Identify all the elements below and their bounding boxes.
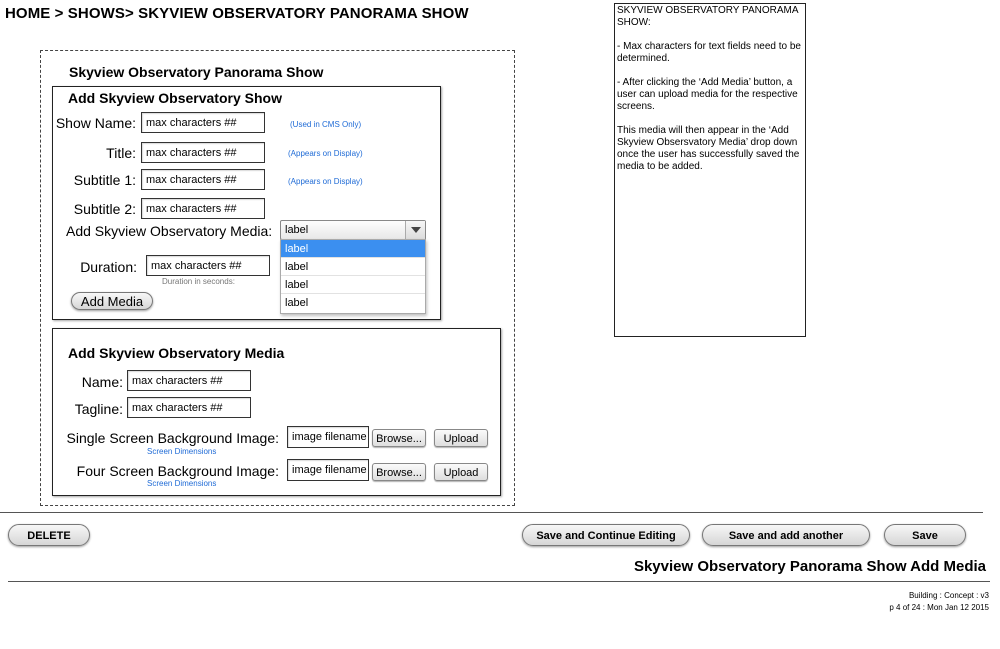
subtitle2-input[interactable]: max characters ##: [141, 198, 265, 219]
media-dropdown: label label label label: [280, 239, 426, 314]
delete-button[interactable]: DELETE: [8, 524, 90, 546]
four-bg-filename[interactable]: image filename: [287, 459, 369, 481]
single-bg-upload-button[interactable]: Upload: [434, 429, 488, 447]
single-bg-browse-button[interactable]: Browse...: [372, 429, 426, 447]
four-bg-hint: Screen Dimensions: [147, 479, 217, 488]
save-continue-button[interactable]: Save and Continue Editing: [522, 524, 690, 546]
save-add-another-button[interactable]: Save and add another: [702, 524, 870, 546]
dropdown-option[interactable]: label: [281, 258, 425, 276]
form-title: Skyview Observatory Panorama Show: [69, 64, 324, 80]
subtitle1-input[interactable]: max characters ##: [141, 169, 265, 190]
dropdown-option[interactable]: label: [281, 276, 425, 294]
duration-hint: Duration in seconds:: [162, 277, 235, 286]
duration-input[interactable]: max characters ##: [146, 255, 270, 276]
add-media-title: Add Skyview Observatory Media: [68, 345, 285, 361]
dropdown-option[interactable]: label: [281, 294, 425, 312]
tagline-label: Tagline:: [74, 401, 123, 417]
four-bg-browse-button[interactable]: Browse...: [372, 463, 426, 481]
footer-divider: [8, 581, 990, 582]
media-select-value: label: [285, 224, 309, 236]
media-select[interactable]: label: [280, 220, 426, 240]
notes-item: This media will then appear in the ‘Add …: [617, 125, 800, 172]
duration-label: Duration:: [80, 259, 137, 275]
subtitle2-label: Subtitle 2:: [73, 201, 136, 217]
subtitle1-hint: (Appears on Display): [288, 177, 363, 186]
show-name-input[interactable]: max characters ##: [141, 112, 265, 133]
show-name-label: Show Name:: [55, 115, 136, 131]
show-name-hint: (Used in CMS Only): [290, 120, 362, 129]
subtitle1-label: Subtitle 1:: [73, 172, 136, 188]
media-name-input[interactable]: max characters ##: [127, 370, 251, 391]
four-bg-label: Four Screen Background Image:: [76, 463, 279, 479]
breadcrumb[interactable]: HOME > SHOWS> SKYVIEW OBSERVATORY PANORA…: [5, 5, 469, 22]
single-bg-label: Single Screen Background Image:: [66, 430, 279, 446]
notes-item: - Max characters for text fields need to…: [617, 41, 801, 64]
version-meta: Building : Concept : v3: [908, 591, 989, 600]
chevron-down-icon[interactable]: [405, 221, 425, 239]
add-media-button[interactable]: Add Media: [71, 292, 153, 310]
four-bg-upload-button[interactable]: Upload: [434, 463, 488, 481]
media-select-label: Add Skyview Observatory Media:: [66, 223, 273, 239]
title-input[interactable]: max characters ##: [141, 142, 265, 163]
dropdown-option[interactable]: label: [281, 240, 425, 258]
page-title: Skyview Observatory Panorama Show Add Me…: [633, 558, 986, 575]
divider: [0, 512, 983, 513]
single-bg-filename[interactable]: image filename: [287, 426, 369, 448]
title-hint: (Appears on Display): [288, 149, 363, 158]
tagline-input[interactable]: max characters ##: [127, 397, 251, 418]
add-show-title: Add Skyview Observatory Show: [68, 90, 282, 106]
notes-item: - After clicking the ‘Add Media’ button,…: [617, 77, 798, 112]
single-bg-hint: Screen Dimensions: [147, 447, 217, 456]
save-button[interactable]: Save: [884, 524, 966, 546]
media-name-label: Name:: [81, 374, 123, 390]
annotation-notes: SKYVIEW OBSERVATORY PANORAMA SHOW: - Max…: [614, 3, 806, 337]
title-label: Title:: [106, 145, 136, 161]
page-meta: p 4 of 24 : Mon Jan 12 2015: [889, 603, 989, 612]
notes-heading: SKYVIEW OBSERVATORY PANORAMA SHOW:: [617, 5, 798, 28]
